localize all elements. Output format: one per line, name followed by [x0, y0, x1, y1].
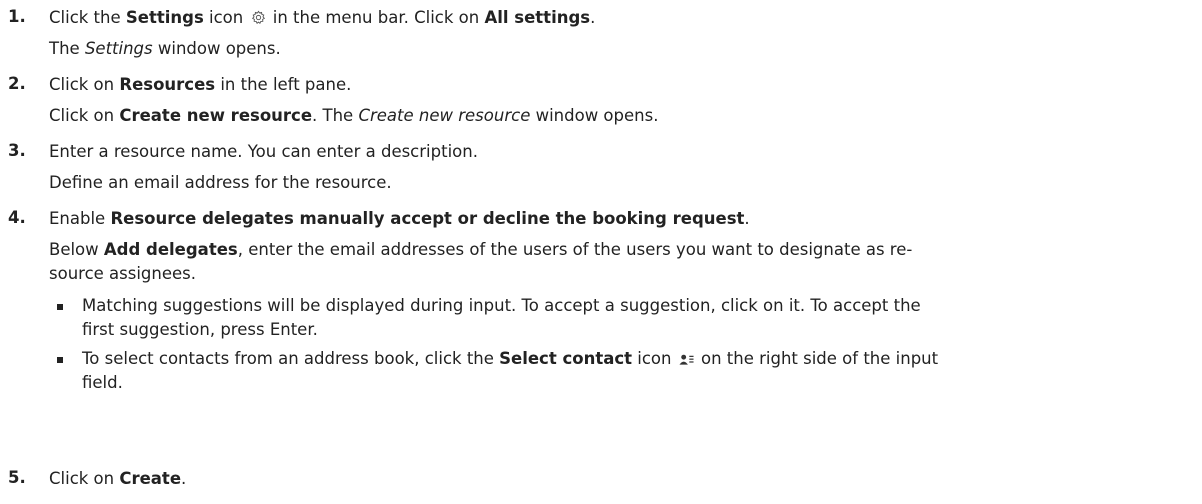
settings-gear-icon [251, 8, 266, 32]
all-settings-label: All settings [484, 8, 591, 27]
step-4-line-3: source assignees. [49, 264, 197, 283]
step-number: 5. [8, 468, 26, 487]
create-label: Create [119, 469, 182, 488]
instruction-document: 1. Click the Settings icon in the menu b… [0, 0, 1202, 504]
step-2-line-1: Click on Resources in the left pane. [49, 75, 352, 94]
settings-label: Settings [125, 8, 204, 27]
step-number: 1. [8, 7, 26, 26]
step-1-line-2: The Settings window opens. [49, 39, 281, 58]
step-4-line-2: Below Add delegates, enter the email add… [49, 240, 913, 259]
step-1-line-1: Click the Settings icon in the menu bar.… [49, 6, 1192, 32]
step-number: 4. [8, 208, 26, 227]
step-5-line-1: Click on Create. [49, 469, 187, 488]
bullet-1-line-2: first suggestion, press Enter. [82, 320, 318, 339]
step-number: 2. [8, 74, 26, 93]
step-3-line-1: Enter a resource name. You can enter a d… [49, 142, 478, 161]
select-contact-label: Select contact [499, 349, 633, 368]
bullet-1-line-1: Matching suggestions will be displayed d… [82, 296, 921, 315]
bullet-2-line-2: field. [82, 373, 123, 392]
select-contact-icon [679, 349, 694, 373]
step-number: 3. [8, 141, 26, 160]
step-2-line-2: Click on Create new resource. The Create… [49, 106, 659, 125]
bullet-marker [57, 304, 63, 310]
step-3-line-2: Define an email address for the resource… [49, 173, 392, 192]
bullet-2-line-1: To select contacts from an address book,… [82, 347, 1192, 373]
step-4-line-1: Enable Resource delegates manually accep… [49, 209, 750, 228]
bullet-marker [57, 357, 63, 363]
